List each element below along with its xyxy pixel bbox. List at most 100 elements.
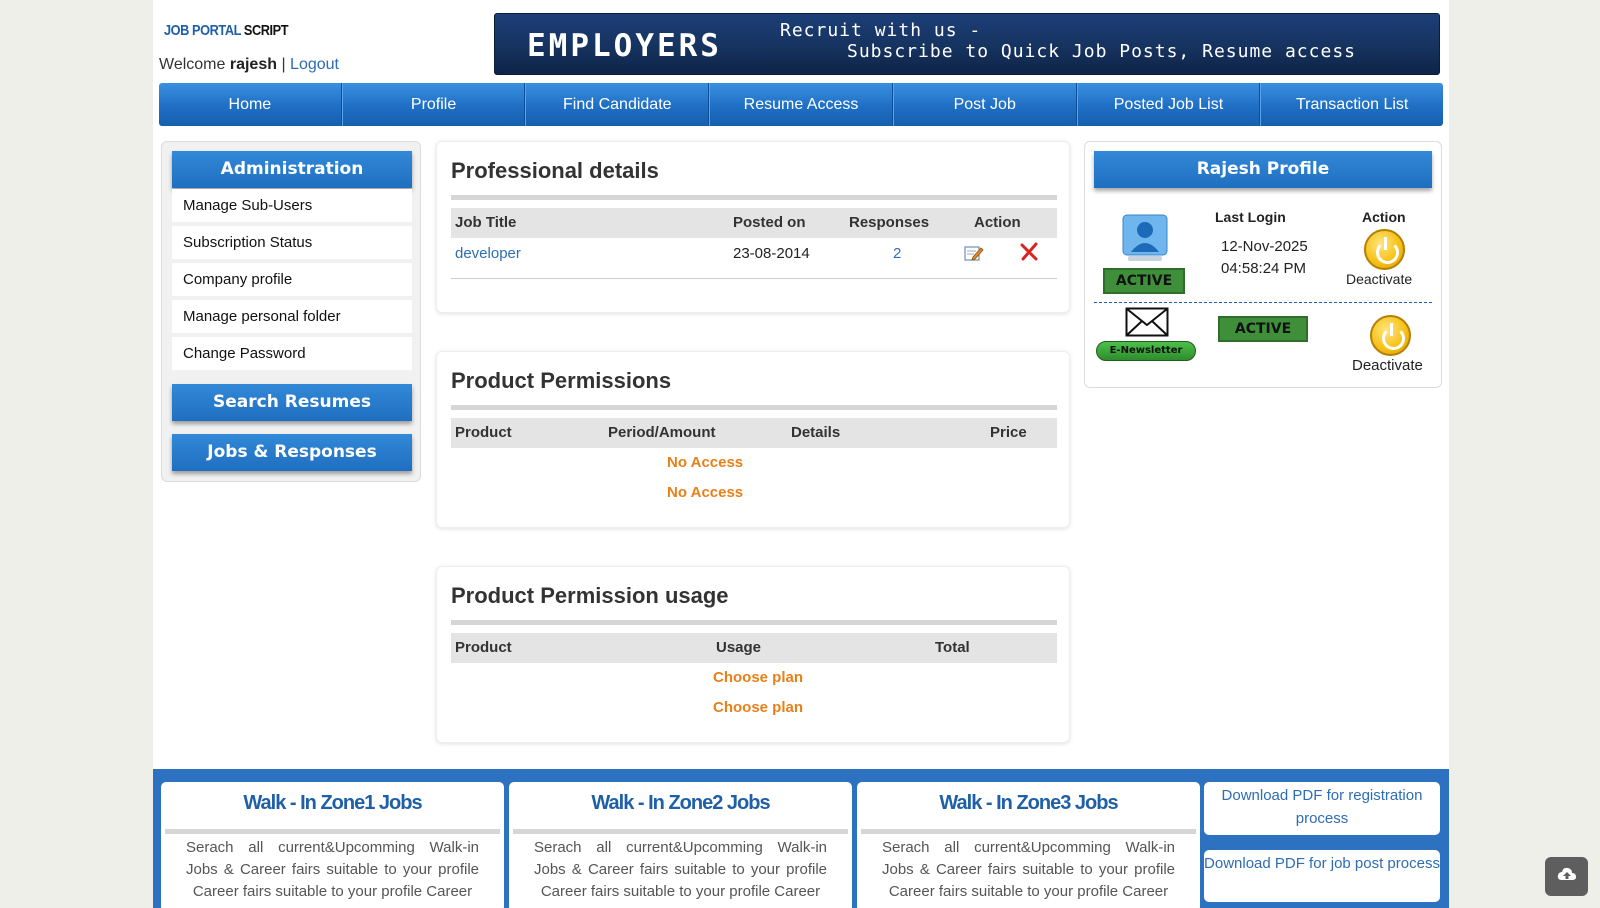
- welcome-prefix: Welcome: [159, 56, 226, 73]
- divider: [451, 195, 1057, 200]
- jobs-responses-button[interactable]: Jobs & Responses: [172, 434, 412, 471]
- professional-details-panel: Professional details Job Title Posted on…: [436, 141, 1070, 313]
- nav-home[interactable]: Home: [159, 83, 342, 126]
- col-product: Product: [455, 424, 512, 441]
- last-login-label: Last Login: [1215, 209, 1286, 225]
- zone3-text: Serach all current&Upcomming Walk-in Job…: [882, 839, 1175, 900]
- power-icon[interactable]: [1364, 229, 1405, 270]
- table-row: developer 23-08-2014 2: [451, 239, 1057, 279]
- posted-on-value: 23-08-2014: [733, 245, 810, 262]
- banner-line1: Recruit with us -: [780, 20, 982, 41]
- usage-table-header: Product Usage Total: [451, 633, 1057, 663]
- e-newsletter-button[interactable]: E-Newsletter: [1096, 341, 1196, 361]
- admin-sidebar: Administration Manage Sub-Users Subscrip…: [161, 141, 421, 482]
- table-row: No Access: [451, 448, 1057, 478]
- scroll-to-top-button[interactable]: [1545, 857, 1588, 896]
- job-title-link[interactable]: developer: [455, 239, 521, 269]
- footer-band: Walk - In Zone1 Jobs Serach all current&…: [153, 769, 1449, 908]
- profile-title: Rajesh Profile: [1094, 151, 1432, 188]
- responses-link[interactable]: 2: [893, 239, 901, 269]
- logo-part1: JOB PORTAL: [164, 22, 241, 39]
- col-action: Action: [974, 214, 1021, 231]
- sidebar-item-company-profile[interactable]: Company profile: [172, 263, 412, 296]
- main-nav: Home Profile Find Candidate Resume Acces…: [159, 83, 1443, 126]
- product-permissions-title: Product Permissions: [451, 368, 672, 393]
- nav-post-job[interactable]: Post Job: [892, 83, 1077, 126]
- zone3-title[interactable]: Walk - In Zone3 Jobs: [857, 792, 1200, 815]
- download-jobpost-pdf-link[interactable]: Download PDF for job post process: [1204, 850, 1440, 902]
- last-login-date: 12-Nov-2025: [1221, 238, 1308, 255]
- action-label: Action: [1362, 209, 1406, 225]
- banner-line2: Subscribe to Quick Job Posts, Resume acc…: [847, 41, 1356, 62]
- divider: [513, 829, 848, 834]
- profile-panel: Rajesh Profile ACTIVE Last Login 12-Nov-…: [1084, 141, 1442, 388]
- search-resumes-button[interactable]: Search Resumes: [172, 384, 412, 421]
- nav-find-candidate[interactable]: Find Candidate: [525, 83, 710, 126]
- delete-icon[interactable]: [1019, 242, 1039, 273]
- permissions-table-header: Product Period/Amount Details Price: [451, 418, 1057, 448]
- table-row: Choose plan: [451, 663, 1057, 693]
- col-period-amount: Period/Amount: [608, 424, 716, 441]
- nav-profile[interactable]: Profile: [341, 83, 526, 126]
- no-access-text: No Access: [667, 454, 744, 471]
- sidebar-item-manage-personal-folder[interactable]: Manage personal folder: [172, 300, 412, 333]
- nav-posted-job-list[interactable]: Posted Job List: [1076, 83, 1261, 126]
- col-price: Price: [990, 424, 1027, 441]
- professional-details-title: Professional details: [451, 158, 659, 183]
- mail-icon: [1125, 307, 1169, 342]
- page-container: JOB PORTAL SCRIPT Welcome rajesh | Logou…: [153, 0, 1449, 908]
- username: rajesh: [229, 56, 277, 73]
- sidebar-item-subscription-status[interactable]: Subscription Status: [172, 226, 412, 259]
- divider: [451, 620, 1057, 625]
- zone2-title[interactable]: Walk - In Zone2 Jobs: [509, 792, 852, 815]
- walk-in-zone3-card: Walk - In Zone3 Jobs Serach all current&…: [857, 782, 1200, 908]
- welcome-separator: |: [281, 56, 286, 73]
- divider: [1094, 302, 1432, 303]
- table-row: No Access: [451, 478, 1057, 508]
- logo-part2: SCRIPT: [243, 22, 289, 39]
- col-posted-on: Posted on: [733, 214, 806, 231]
- last-login-time: 04:58:24 PM: [1221, 260, 1307, 277]
- nav-resume-access[interactable]: Resume Access: [709, 83, 893, 126]
- newsletter-deactivate-link[interactable]: Deactivate: [1352, 357, 1423, 374]
- col-job-title: Job Title: [455, 214, 517, 231]
- admin-menu: Manage Sub-Users Subscription Status Com…: [172, 189, 412, 374]
- choose-plan-link[interactable]: Choose plan: [713, 663, 803, 693]
- col-total: Total: [935, 639, 970, 656]
- welcome-text: Welcome rajesh | Logout: [159, 56, 339, 74]
- choose-plan-link[interactable]: Choose plan: [713, 693, 803, 723]
- banner-title: EMPLOYERS: [527, 28, 722, 64]
- walk-in-zone2-card: Walk - In Zone2 Jobs Serach all current&…: [509, 782, 852, 908]
- walk-in-zone1-card: Walk - In Zone1 Jobs Serach all current&…: [161, 782, 504, 908]
- deactivate-link[interactable]: Deactivate: [1346, 271, 1412, 287]
- divider: [165, 829, 500, 834]
- employers-banner[interactable]: EMPLOYERS Recruit with us - Subscribe to…: [494, 13, 1440, 75]
- col-usage: Usage: [716, 639, 762, 656]
- divider: [451, 405, 1057, 410]
- status-badge: ACTIVE: [1103, 268, 1185, 294]
- zone2-text: Serach all current&Upcomming Walk-in Job…: [534, 839, 827, 900]
- professional-table-header: Job Title Posted on Responses Action: [451, 208, 1057, 238]
- newsletter-status-badge: ACTIVE: [1218, 316, 1308, 342]
- product-permissions-panel: Product Permissions Product Period/Amoun…: [436, 351, 1070, 528]
- permission-usage-title: Product Permission usage: [451, 583, 729, 608]
- administration-header[interactable]: Administration: [172, 151, 412, 188]
- sidebar-item-manage-sub-users[interactable]: Manage Sub-Users: [172, 189, 412, 222]
- download-registration-pdf-link[interactable]: Download PDF for registration process: [1204, 782, 1440, 835]
- col-details: Details: [791, 424, 841, 441]
- col-responses: Responses: [849, 214, 930, 231]
- table-row: Choose plan: [451, 693, 1057, 723]
- logout-link[interactable]: Logout: [290, 56, 339, 73]
- user-avatar-icon: [1122, 214, 1168, 267]
- zone1-title[interactable]: Walk - In Zone1 Jobs: [161, 792, 504, 815]
- site-logo[interactable]: JOB PORTAL SCRIPT: [164, 22, 289, 39]
- no-access-text: No Access: [667, 484, 744, 501]
- col-product: Product: [455, 639, 512, 656]
- nav-transaction-list[interactable]: Transaction List: [1260, 83, 1443, 126]
- cloud-up-icon: [1557, 866, 1577, 886]
- zone1-text: Serach all current&Upcomming Walk-in Job…: [186, 839, 479, 900]
- sidebar-item-change-password[interactable]: Change Password: [172, 337, 412, 370]
- edit-icon[interactable]: [964, 243, 984, 273]
- newsletter-power-icon[interactable]: [1370, 315, 1411, 356]
- permission-usage-panel: Product Permission usage Product Usage T…: [436, 566, 1070, 743]
